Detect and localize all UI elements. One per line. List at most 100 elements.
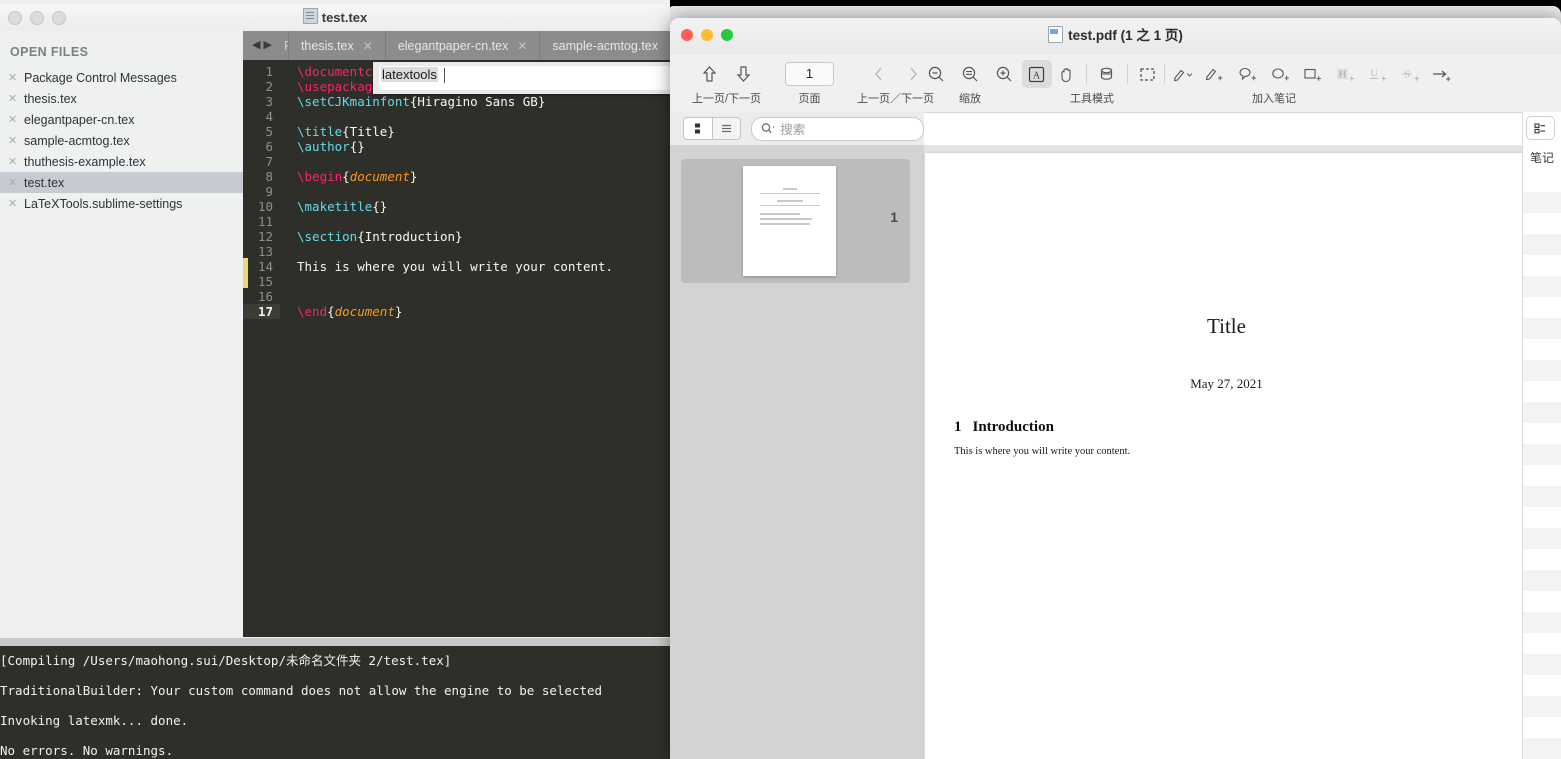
notes-row[interactable] xyxy=(1523,549,1561,570)
page-down-button[interactable] xyxy=(727,60,761,88)
notes-row[interactable] xyxy=(1523,654,1561,675)
preview-pdf-window[interactable]: test.pdf (1 之 1 页) 上一页/下一页 1 页面 上一页／下一页 … xyxy=(670,18,1561,759)
sidebar-item-elegantpaper-cn-tex[interactable]: ✕ elegantpaper-cn.tex xyxy=(0,109,243,130)
notes-row[interactable] xyxy=(1523,738,1561,759)
zoom-fit-icon[interactable] xyxy=(953,60,987,88)
close-icon[interactable]: ✕ xyxy=(8,134,17,147)
strikethrough-text-icon[interactable]: S xyxy=(1394,60,1427,88)
preview-thumbnail-sidebar[interactable]: 1 xyxy=(670,145,924,759)
notes-row[interactable] xyxy=(1523,192,1561,213)
build-console[interactable]: [Compiling /Users/maohong.sui/Desktop/未命… xyxy=(0,638,670,759)
notes-row[interactable] xyxy=(1523,528,1561,549)
sidebar-item-latextools-sublime-settings[interactable]: ✕ LaTeXTools.sublime-settings xyxy=(0,193,243,214)
code-line[interactable] xyxy=(297,109,670,124)
sublime-text-window[interactable]: test.tex OPEN FILES ✕ Package Control Me… xyxy=(0,0,670,759)
pdf-page[interactable]: Title May 27, 2021 1 Introduction This is… xyxy=(925,153,1528,759)
code-line[interactable] xyxy=(297,274,670,289)
code-line[interactable]: \author{} xyxy=(297,139,670,154)
chevron-right-icon[interactable]: ▶ xyxy=(263,40,271,51)
notes-row[interactable] xyxy=(1523,507,1561,528)
zoom-out-icon[interactable] xyxy=(919,60,953,88)
notes-row[interactable] xyxy=(1523,381,1561,402)
tab-scroll-arrows[interactable]: ◀ ▶ xyxy=(243,40,280,51)
notes-row[interactable] xyxy=(1523,423,1561,444)
close-icon[interactable]: ✕ xyxy=(8,71,17,84)
list-view-button[interactable] xyxy=(712,117,742,140)
notes-row[interactable] xyxy=(1523,234,1561,255)
search-input[interactable]: 搜索 xyxy=(751,116,924,141)
code-line[interactable] xyxy=(297,184,670,199)
tab-sample-acmtog-tex[interactable]: sample-acmtog.tex xyxy=(539,31,670,60)
console-divider[interactable] xyxy=(0,638,670,646)
editor-tabbar[interactable]: ◀ ▶ P thesis.tex ✕ elegantpaper-cn.tex ✕… xyxy=(243,31,670,60)
oval-add-icon[interactable] xyxy=(1264,60,1297,88)
underline-text-icon[interactable]: U xyxy=(1361,60,1394,88)
quick-panel-overlay[interactable]: latextools xyxy=(373,62,670,94)
close-icon[interactable]: ✕ xyxy=(8,176,17,189)
rectangle-add-icon[interactable] xyxy=(1296,60,1329,88)
code-line[interactable]: \setCJKmainfont{Hiragino Sans GB} xyxy=(297,94,670,109)
notes-row[interactable] xyxy=(1523,465,1561,486)
close-icon[interactable]: ✕ xyxy=(8,155,17,168)
highlight-add-icon[interactable] xyxy=(1199,60,1232,88)
previous-page-button[interactable] xyxy=(862,60,896,88)
toggle-notes-panel-button[interactable] xyxy=(1526,116,1555,140)
code-line[interactable] xyxy=(297,289,670,304)
hand-tool-icon[interactable] xyxy=(1052,60,1082,88)
notes-row[interactable] xyxy=(1523,255,1561,276)
close-icon[interactable]: ✕ xyxy=(363,39,373,53)
notes-row[interactable] xyxy=(1523,444,1561,465)
code-line[interactable]: \end{document} xyxy=(297,304,670,319)
close-icon[interactable]: ✕ xyxy=(8,197,17,210)
notes-row[interactable] xyxy=(1523,633,1561,654)
code-lines[interactable]: \documentcl \usepackage \setCJKmainfont{Hi… xyxy=(297,64,670,637)
notes-row[interactable] xyxy=(1523,696,1561,717)
code-line[interactable]: \begin{document} xyxy=(297,169,670,184)
sidebar-item-package-control-messages[interactable]: ✕ Package Control Messages xyxy=(0,67,243,88)
notes-row[interactable] xyxy=(1523,297,1561,318)
thumbnail-view-button[interactable] xyxy=(683,117,713,140)
notes-row[interactable] xyxy=(1523,402,1561,423)
notes-row[interactable] xyxy=(1523,276,1561,297)
notes-row[interactable] xyxy=(1523,591,1561,612)
code-line[interactable]: This is where you will write your conten… xyxy=(297,259,670,274)
code-line[interactable] xyxy=(297,154,670,169)
notes-row[interactable] xyxy=(1523,318,1561,339)
close-icon[interactable]: ✕ xyxy=(517,39,527,53)
tab-thesis-tex[interactable]: thesis.tex ✕ xyxy=(287,31,385,60)
sidebar-item-sample-acmtog-tex[interactable]: ✕ sample-acmtog.tex xyxy=(0,130,243,151)
notes-row[interactable] xyxy=(1523,717,1561,738)
notes-row[interactable] xyxy=(1523,171,1561,192)
notes-row[interactable] xyxy=(1523,570,1561,591)
code-line[interactable]: \maketitle{} xyxy=(297,199,670,214)
preview-notes-panel[interactable]: 笔记 xyxy=(1522,112,1561,759)
code-line[interactable]: \title{Title} xyxy=(297,124,670,139)
selection-rect-icon[interactable] xyxy=(1132,60,1162,88)
notes-row[interactable] xyxy=(1523,612,1561,633)
notes-row-list[interactable] xyxy=(1523,171,1561,759)
code-editor[interactable]: 1 2 3 4 5 6 7 8 9 10 11 12 13 14 15 16 1… xyxy=(243,60,670,637)
sidebar-item-thuthesis-example-tex[interactable]: ✕ thuthesis-example.tex xyxy=(0,151,243,172)
arrow-add-icon[interactable] xyxy=(1426,60,1459,88)
highlight-text-icon[interactable]: H xyxy=(1329,60,1362,88)
thumbnail-item[interactable]: 1 xyxy=(681,159,910,283)
tab-partial[interactable]: P xyxy=(280,31,288,60)
chevron-left-icon[interactable]: ◀ xyxy=(252,40,260,51)
preview-toolbar[interactable]: 上一页/下一页 1 页面 上一页／下一页 缩放 A 工具模式 H U S 加入笔… xyxy=(670,54,1561,113)
preview-search-bar[interactable]: 搜索 xyxy=(670,112,924,146)
sidebar-item-test-tex[interactable]: ✕ test.tex xyxy=(0,172,243,193)
sidebar-item-thesis-tex[interactable]: ✕ thesis.tex xyxy=(0,88,243,109)
tab-elegantpaper-cn-tex[interactable]: elegantpaper-cn.tex ✕ xyxy=(384,31,540,60)
page-up-button[interactable] xyxy=(693,60,727,88)
highlight-color-dropdown[interactable] xyxy=(1170,60,1199,88)
code-line[interactable] xyxy=(297,244,670,259)
code-line[interactable]: \section{Introduction} xyxy=(297,229,670,244)
zoom-in-icon[interactable] xyxy=(987,60,1021,88)
notes-row[interactable] xyxy=(1523,360,1561,381)
notes-row[interactable] xyxy=(1523,339,1561,360)
code-line[interactable] xyxy=(297,214,670,229)
notes-row[interactable] xyxy=(1523,486,1561,507)
ink-tool-icon[interactable] xyxy=(1092,60,1122,88)
sublime-sidebar[interactable]: OPEN FILES ✕ Package Control Messages ✕ … xyxy=(0,31,244,637)
text-select-tool-icon[interactable]: A xyxy=(1022,60,1052,88)
